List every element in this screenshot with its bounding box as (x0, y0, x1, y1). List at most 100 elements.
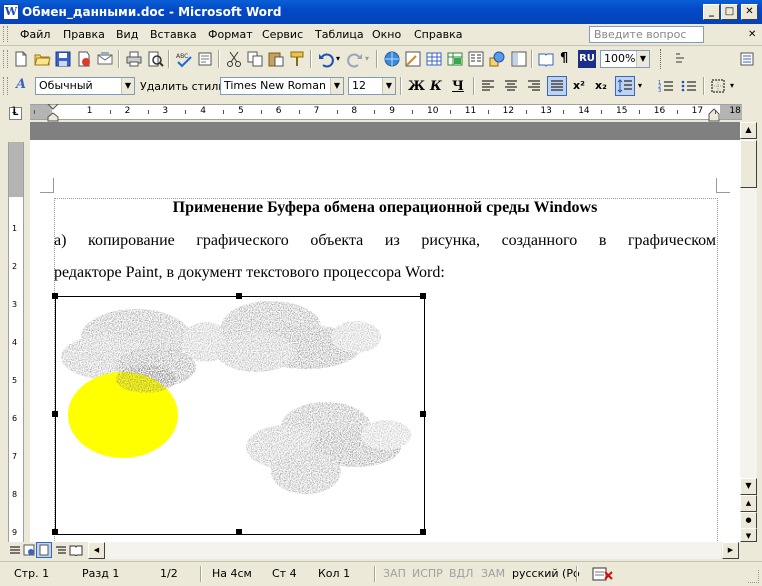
vertical-ruler[interactable]: 12345678910 (8, 142, 24, 575)
language-indicator[interactable]: RU (578, 50, 596, 68)
menu-view[interactable]: Вид (116, 28, 138, 41)
status-extend[interactable]: ВДЛ (449, 566, 473, 582)
line-spacing-dropdown-icon[interactable]: ▾ (638, 81, 642, 90)
show-formatting-button[interactable]: ¶ (560, 51, 568, 66)
status-track-changes[interactable]: ИСПР (412, 566, 443, 582)
chevron-down-icon[interactable]: ▼ (121, 78, 134, 94)
resize-handle[interactable] (52, 411, 58, 417)
menu-grip[interactable] (3, 26, 8, 42)
borders-dropdown-icon[interactable]: ▾ (730, 81, 734, 90)
cut-icon[interactable] (225, 50, 243, 68)
status-page-count[interactable]: 1/2 (160, 566, 178, 582)
word-app-icon[interactable]: W (3, 4, 19, 20)
format-painter-icon[interactable] (288, 50, 306, 68)
close-button[interactable]: ✕ (741, 4, 758, 20)
menu-insert[interactable]: Вставка (150, 28, 197, 41)
resize-grip[interactable] (748, 570, 759, 583)
permission-icon[interactable] (75, 50, 93, 68)
previous-page-icon[interactable]: ▲ (740, 495, 757, 512)
embedded-paint-image[interactable] (55, 296, 425, 535)
resize-handle[interactable] (236, 529, 242, 535)
status-language[interactable]: русский (Ро (512, 566, 580, 582)
research-icon[interactable] (196, 50, 214, 68)
menu-format[interactable]: Формат (208, 28, 253, 41)
status-position[interactable]: На 4см (212, 566, 252, 582)
columns-icon[interactable] (467, 50, 485, 68)
menu-tools[interactable]: Сервис (262, 28, 303, 41)
resize-handle[interactable] (420, 411, 426, 417)
justify-icon[interactable] (547, 76, 567, 96)
horizontal-scroll-track[interactable] (105, 542, 721, 559)
menu-table[interactable]: Таблица (315, 28, 364, 41)
undo-icon[interactable] (317, 50, 335, 68)
select-browse-object-icon[interactable]: ● (740, 512, 757, 529)
align-right-icon[interactable] (525, 77, 543, 95)
bold-button[interactable]: Ж (408, 79, 425, 94)
menu-window[interactable]: Окно (372, 28, 401, 41)
toolbar-options-icon[interactable] (672, 50, 690, 68)
print-layout-icon[interactable] (36, 542, 52, 558)
drawing-icon[interactable] (488, 50, 506, 68)
tables-borders-icon[interactable] (404, 50, 422, 68)
read-mode-icon[interactable] (537, 50, 555, 68)
status-column[interactable]: Кол 1 (318, 566, 350, 582)
scroll-down-button[interactable]: ▼ (740, 478, 757, 495)
next-page-icon[interactable]: ▼ (740, 528, 757, 542)
document-area[interactable]: Применение Буфера обмена операционной ср… (30, 122, 740, 542)
resize-handle[interactable] (420, 529, 426, 535)
scroll-left-button[interactable]: ◀ (88, 542, 105, 559)
scroll-up-button[interactable]: ▲ (740, 122, 757, 139)
borders-icon[interactable] (709, 77, 727, 95)
ruler-scale[interactable] (30, 104, 742, 120)
outline-view-icon[interactable] (55, 544, 67, 556)
insert-table-icon[interactable] (425, 50, 443, 68)
line-spacing-icon[interactable] (615, 76, 635, 96)
resize-handle[interactable] (236, 293, 242, 299)
open-folder-icon[interactable] (33, 50, 51, 68)
toolbar-grip[interactable] (3, 77, 8, 95)
document-heading[interactable]: Применение Буфера обмена операционной ср… (54, 199, 716, 217)
undo-dropdown-icon[interactable]: ▾ (336, 54, 340, 63)
redo-dropdown-icon[interactable]: ▾ (365, 54, 369, 63)
redo-icon[interactable] (346, 50, 364, 68)
chevron-down-icon[interactable]: ▼ (382, 78, 395, 94)
numbering-icon[interactable]: 123 (657, 77, 675, 95)
normal-view-icon[interactable] (9, 544, 21, 556)
close-document-button[interactable]: ✕ (748, 29, 756, 40)
font-select[interactable]: Times New Roman ▼ (220, 77, 344, 95)
indent-marker-icon[interactable] (47, 104, 59, 122)
toolbar-overflow[interactable] (660, 49, 668, 69)
minimize-button[interactable]: _ (703, 4, 720, 20)
new-document-icon[interactable] (12, 50, 30, 68)
superscript-button[interactable]: x² (573, 79, 585, 92)
style-select[interactable]: Обычный ▼ (35, 77, 135, 95)
status-record-macro[interactable]: ЗАП (383, 566, 406, 582)
spelling-status-icon[interactable] (592, 566, 614, 582)
paragraph-line-2[interactable]: редакторе Paint, в документ текстового п… (54, 264, 716, 282)
paragraph-line-1[interactable]: а) копирование графического объекта из р… (54, 232, 716, 250)
save-icon[interactable] (54, 50, 72, 68)
align-center-icon[interactable] (502, 77, 520, 95)
status-section[interactable]: Разд 1 (82, 566, 119, 582)
paste-icon[interactable] (267, 50, 285, 68)
bullets-icon[interactable] (680, 77, 698, 95)
menu-file[interactable]: Файл (20, 28, 50, 41)
reading-layout-icon[interactable] (69, 544, 83, 556)
menu-edit[interactable]: Правка (63, 28, 105, 41)
maximize-button[interactable]: □ (721, 4, 738, 20)
align-left-icon[interactable] (479, 77, 497, 95)
font-size-select[interactable]: 12 ▼ (348, 77, 396, 95)
status-overtype[interactable]: ЗАМ (481, 566, 505, 582)
zoom-select[interactable]: 100% ▼ (600, 50, 650, 68)
help-search-input[interactable]: Введите вопрос (589, 26, 704, 43)
underline-button[interactable]: Ч (452, 79, 464, 94)
status-page[interactable]: Стр. 1 (14, 566, 49, 582)
document-map-icon[interactable] (510, 50, 528, 68)
chevron-down-icon[interactable]: ▼ (636, 51, 649, 67)
toolbar-grip[interactable] (3, 50, 8, 68)
scroll-thumb[interactable] (740, 140, 757, 188)
styles-and-formatting-icon[interactable]: A (16, 77, 26, 92)
chevron-down-icon[interactable]: ▼ (330, 78, 343, 94)
subscript-button[interactable]: x₂ (595, 79, 607, 92)
clear-style-button[interactable]: Удалить стиль (140, 80, 225, 93)
